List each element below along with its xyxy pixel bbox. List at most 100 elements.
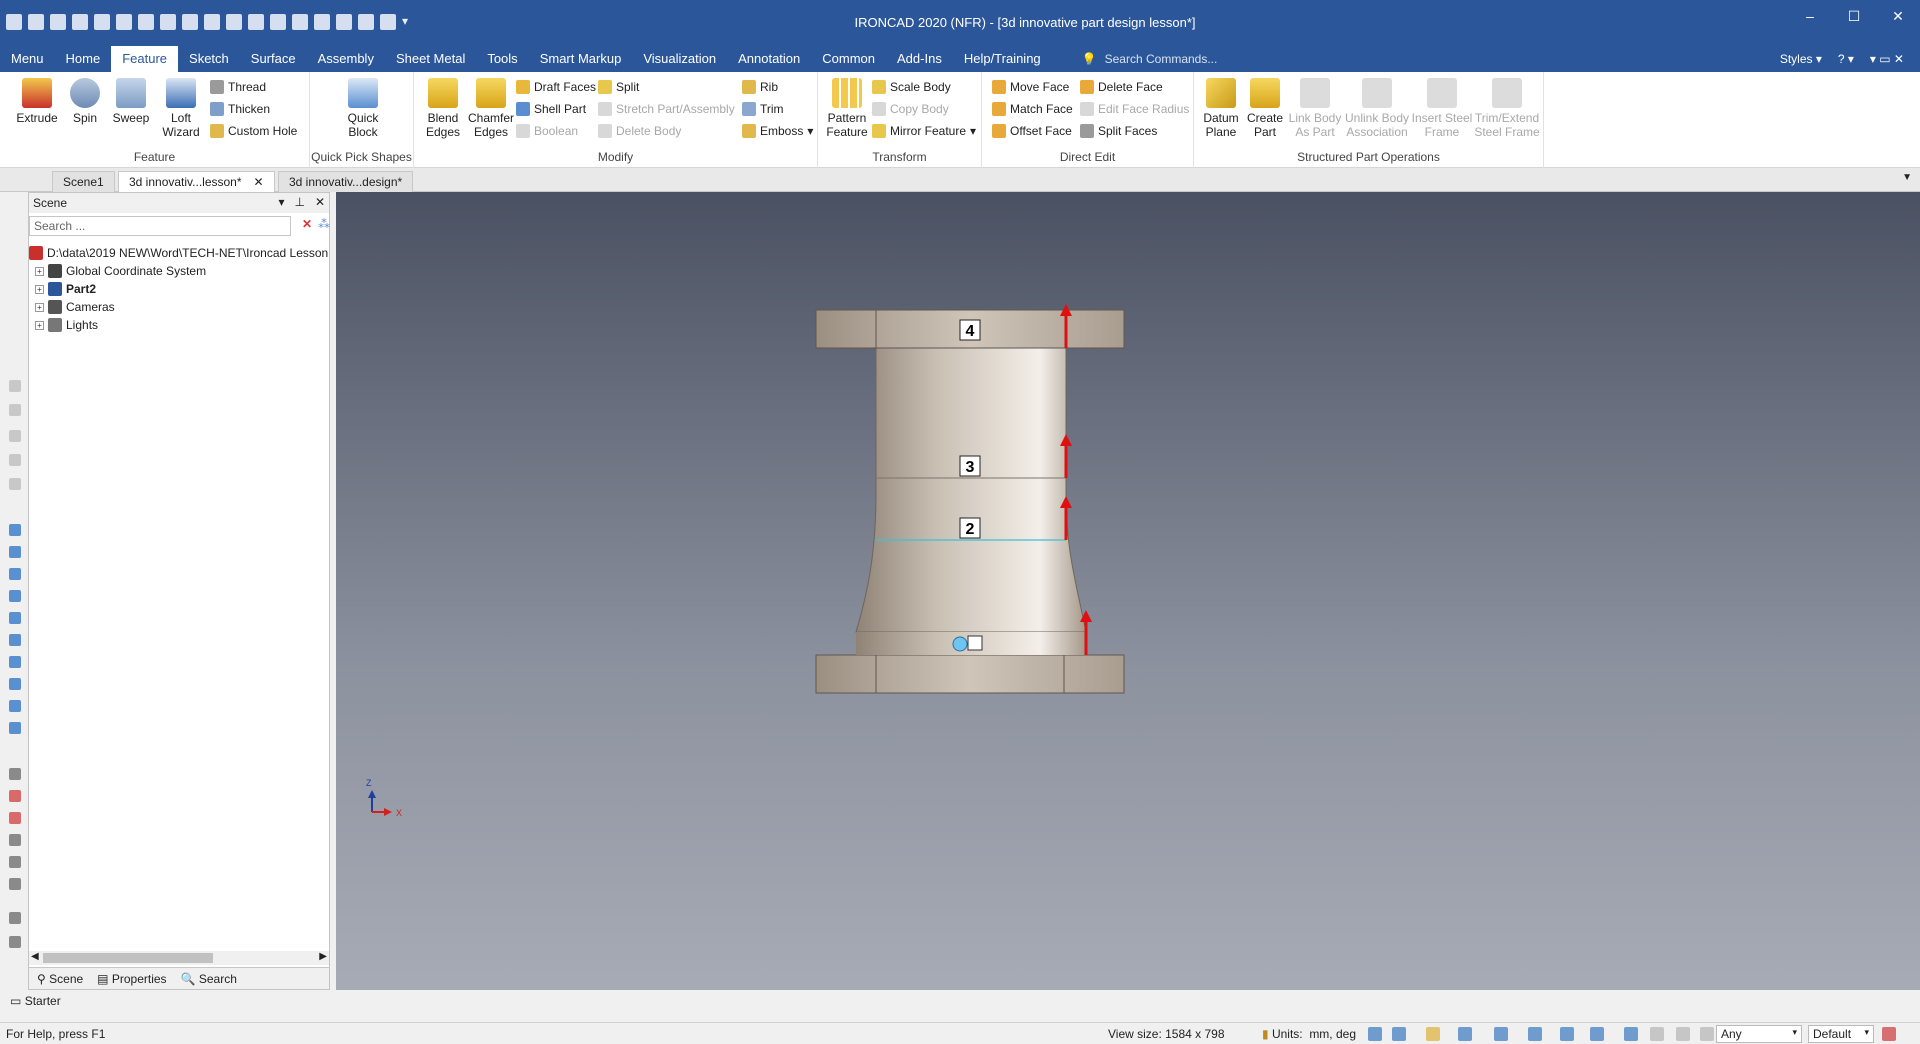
tool-icon-3[interactable] bbox=[9, 430, 21, 442]
selection-filter-select[interactable]: Any ▾ bbox=[1716, 1025, 1802, 1043]
scene-search-input[interactable]: Search ... ✕ ⁂ bbox=[29, 216, 330, 236]
dimension-tool-icon[interactable] bbox=[9, 790, 21, 802]
maximize-button[interactable]: ☐ bbox=[1832, 8, 1876, 25]
unlink-body-button[interactable]: Unlink Body Association bbox=[1342, 78, 1412, 139]
cone-shape-icon[interactable] bbox=[9, 568, 21, 580]
tab-feature[interactable]: Feature bbox=[111, 46, 179, 72]
clear-search-icon[interactable]: ✕ bbox=[302, 217, 312, 231]
sphere-shape-icon[interactable] bbox=[9, 590, 21, 602]
tab-annotation[interactable]: Annotation bbox=[727, 46, 811, 72]
box-shape-icon[interactable] bbox=[9, 524, 21, 536]
thicken-button[interactable]: Thicken bbox=[210, 100, 270, 118]
tab-sketch[interactable]: Sketch bbox=[178, 46, 240, 72]
panel-tab-scene[interactable]: ⚲ Scene bbox=[37, 972, 83, 986]
panel-tab-properties[interactable]: ▤ Properties bbox=[97, 972, 166, 986]
torus-shape-icon[interactable] bbox=[9, 612, 21, 624]
tab-common[interactable]: Common bbox=[811, 46, 886, 72]
delete-body-button[interactable]: Delete Body bbox=[598, 122, 681, 140]
scroll-right-icon[interactable]: ▶ bbox=[319, 951, 327, 962]
expand-icon[interactable]: + bbox=[35, 320, 44, 330]
tab-tools[interactable]: Tools bbox=[476, 46, 528, 72]
zoom-fit-icon[interactable] bbox=[1392, 1027, 1406, 1041]
slab-shape-icon[interactable] bbox=[9, 700, 21, 712]
measure-tool-icon[interactable] bbox=[9, 812, 21, 824]
tree-item-cameras[interactable]: + Cameras bbox=[29, 298, 329, 316]
select-mode-icon[interactable] bbox=[1676, 1027, 1690, 1041]
match-face-button[interactable]: Match Face bbox=[992, 100, 1073, 118]
split-button[interactable]: Split bbox=[598, 78, 639, 96]
tab-help-training[interactable]: Help/Training bbox=[953, 46, 1052, 72]
tool-icon-2[interactable] bbox=[9, 404, 21, 416]
units-display[interactable]: ▮ Units: mm, deg bbox=[1262, 1027, 1356, 1041]
pin-icon[interactable]: ⊥ bbox=[294, 195, 304, 209]
split-faces-button[interactable]: Split Faces bbox=[1080, 122, 1157, 140]
tool-icon-4[interactable] bbox=[9, 454, 21, 466]
panel-dropdown-icon[interactable]: ▾ bbox=[278, 195, 284, 209]
scale-body-button[interactable]: Scale Body bbox=[872, 78, 951, 96]
mirror-feature-button[interactable]: Mirror Feature ▾ bbox=[872, 122, 976, 140]
style-select[interactable]: Default ▾ bbox=[1808, 1025, 1874, 1043]
viewport-canvas[interactable]: 4 3 2 Z X bbox=[336, 192, 1920, 990]
tab-sheet-metal[interactable]: Sheet Metal bbox=[385, 46, 476, 72]
spin-button[interactable]: Spin bbox=[62, 78, 108, 125]
arc-tool-icon[interactable] bbox=[9, 878, 21, 890]
tree-item-global-coordinate-system[interactable]: + Global Coordinate System bbox=[29, 262, 329, 280]
eraser-tool-icon[interactable] bbox=[9, 936, 21, 948]
panel-close-icon[interactable]: ✕ bbox=[315, 195, 325, 209]
render-icon[interactable] bbox=[1494, 1027, 1508, 1041]
quick-block-button[interactable]: Quick Block bbox=[338, 78, 388, 139]
tab-assembly[interactable]: Assembly bbox=[307, 46, 385, 72]
blend-edges-button[interactable]: Blend Edges bbox=[420, 78, 466, 139]
thread-button[interactable]: Thread bbox=[210, 78, 266, 96]
close-tab-icon[interactable]: ✕ bbox=[254, 175, 264, 189]
create-part-button[interactable]: Create Part bbox=[1242, 78, 1288, 139]
datum-plane-button[interactable]: Datum Plane bbox=[1198, 78, 1244, 139]
tab-add-ins[interactable]: Add-Ins bbox=[886, 46, 953, 72]
shell-part-button[interactable]: Shell Part bbox=[516, 100, 586, 118]
tree-item-lights[interactable]: + Lights bbox=[29, 316, 329, 334]
tab-smart-markup[interactable]: Smart Markup bbox=[529, 46, 633, 72]
rib-button[interactable]: Rib bbox=[742, 78, 778, 96]
edit-face-radius-button[interactable]: Edit Face Radius bbox=[1080, 100, 1189, 118]
extrude-button[interactable]: Extrude bbox=[14, 78, 60, 125]
delete-face-button[interactable]: Delete Face bbox=[1080, 78, 1163, 96]
panel-tab-search[interactable]: 🔍 Search bbox=[181, 972, 237, 986]
doc-tab-scene1[interactable]: Scene1 bbox=[52, 171, 115, 192]
view-style-icon[interactable] bbox=[1458, 1027, 1472, 1041]
styles-menu[interactable]: Styles ▾ bbox=[1780, 52, 1822, 66]
shading-icon[interactable] bbox=[1528, 1027, 1542, 1041]
triangle-tool-icon[interactable] bbox=[9, 834, 21, 846]
expand-icon[interactable]: + bbox=[35, 284, 44, 294]
orient-icon[interactable] bbox=[1426, 1027, 1440, 1041]
circle-tool-icon[interactable] bbox=[9, 856, 21, 868]
cursor-icon[interactable] bbox=[1700, 1027, 1714, 1041]
tree-root-node[interactable]: D:\data\2019 NEW\Word\TECH-NET\Ironcad L… bbox=[29, 244, 329, 262]
boolean-button[interactable]: Boolean bbox=[516, 122, 578, 140]
move-face-button[interactable]: Move Face bbox=[992, 78, 1069, 96]
mirror-dropdown-icon[interactable]: ▾ bbox=[970, 124, 976, 138]
prism-shape-icon[interactable] bbox=[9, 722, 21, 734]
emboss-dropdown-icon[interactable]: ▾ bbox=[807, 124, 813, 138]
cylinder-shape-icon[interactable] bbox=[9, 546, 21, 558]
offset-face-button[interactable]: Offset Face bbox=[992, 122, 1072, 140]
draft-faces-button[interactable]: Draft Faces bbox=[516, 78, 596, 96]
doc-tab-design[interactable]: 3d innovativ...design* bbox=[278, 171, 414, 192]
status-indicator-icon[interactable] bbox=[1882, 1027, 1896, 1041]
doc-tab-lesson[interactable]: 3d innovativ...lesson* ✕ bbox=[118, 171, 275, 192]
standard-views-icon[interactable] bbox=[1590, 1027, 1604, 1041]
stretch-button[interactable]: Stretch Part/Assembly bbox=[598, 100, 735, 118]
section-label-2[interactable]: 2 bbox=[966, 521, 975, 538]
section-label-4[interactable]: 4 bbox=[966, 323, 975, 340]
trim-steel-frame-button[interactable]: Trim/Extend Steel Frame bbox=[1472, 78, 1542, 139]
wedge-shape-icon[interactable] bbox=[9, 634, 21, 646]
bottom-flange[interactable] bbox=[815, 654, 1125, 694]
tree-item-part2[interactable]: + Part2 bbox=[29, 280, 329, 298]
trim-button[interactable]: Trim bbox=[742, 100, 784, 118]
scrollbar-thumb[interactable] bbox=[43, 953, 213, 963]
starter-tab[interactable]: ▭ Starter bbox=[0, 990, 330, 1012]
help-icon[interactable]: ? ▾ bbox=[1838, 52, 1854, 66]
tab-visualization[interactable]: Visualization bbox=[632, 46, 727, 72]
anchor-handle[interactable] bbox=[952, 635, 983, 652]
loft-wizard-button[interactable]: Loft Wizard bbox=[158, 78, 204, 139]
section-label-3[interactable]: 3 bbox=[966, 459, 975, 476]
